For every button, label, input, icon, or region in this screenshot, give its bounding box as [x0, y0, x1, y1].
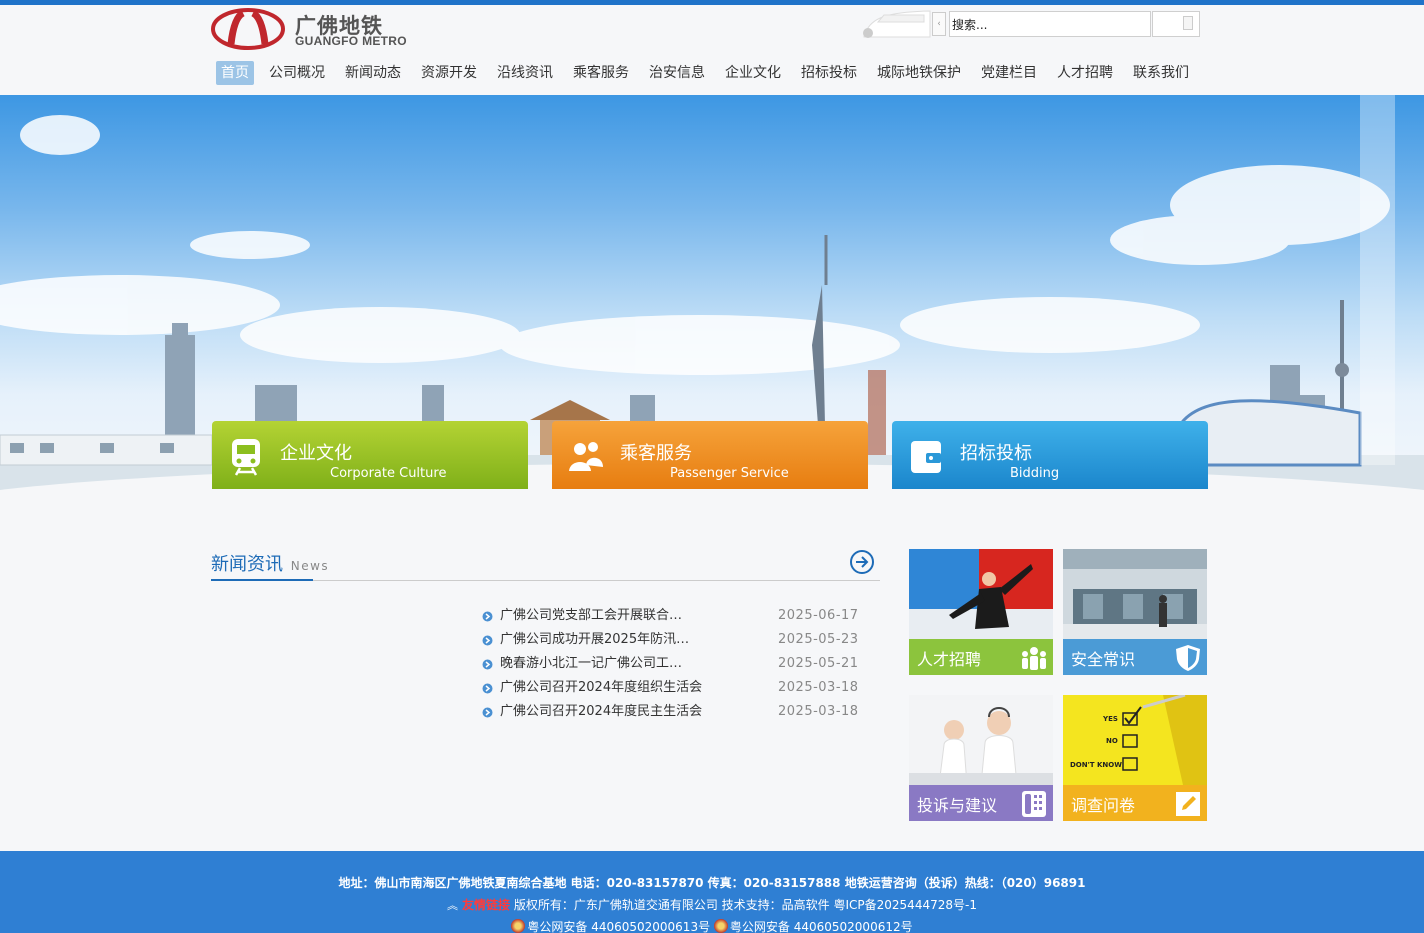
- tile-recruitment[interactable]: 人才招聘: [909, 549, 1053, 675]
- arrow-right-circle-icon[interactable]: [849, 549, 875, 575]
- news-item[interactable]: 广佛公司召开2024年度民主生活会 2025-03-18: [482, 700, 882, 724]
- call-center-photo: [909, 695, 1053, 785]
- tile-label: 调查问卷: [1071, 796, 1136, 815]
- news-section: 新闻资讯 News 广佛公司党支部工会开展联合… 2025-06-17 广佛公司…: [211, 547, 880, 727]
- train-icon: [232, 439, 260, 476]
- team-icon: [1022, 647, 1046, 670]
- card-passenger-service[interactable]: 乘客服务 Passenger Service: [552, 421, 868, 489]
- logo-name-en: GUANGFO METRO: [295, 34, 407, 48]
- tile-label: 人才招聘: [917, 650, 982, 669]
- tile-safety[interactable]: 安全常识: [1063, 549, 1207, 675]
- site-footer: 地址：佛山市南海区广佛地铁夏南综合基地 电话：020-83157870 传真：0…: [0, 851, 1424, 933]
- phone-icon: [1022, 791, 1046, 817]
- nav-item-security[interactable]: 治安信息: [644, 61, 710, 85]
- survey-no-label: NO: [1106, 737, 1118, 745]
- news-item[interactable]: 广佛公司召开2024年度组织生活会 2025-03-18: [482, 676, 882, 700]
- search-box: ‹: [860, 10, 1200, 38]
- police-badge-icon: [713, 919, 728, 933]
- tile-complaints[interactable]: 投诉与建议: [909, 695, 1053, 821]
- news-item-title[interactable]: 广佛公司党支部工会开展联合…: [500, 604, 682, 628]
- search-icon: [1183, 16, 1193, 30]
- survey-checkbox-photo: [1063, 695, 1207, 785]
- news-item-title[interactable]: 广佛公司召开2024年度民主生活会: [500, 700, 702, 724]
- tile-label: 投诉与建议: [917, 796, 998, 815]
- nav-item-home[interactable]: 首页: [216, 61, 254, 85]
- news-item-title[interactable]: 广佛公司召开2024年度组织生活会: [500, 676, 702, 700]
- pencil-icon: [1176, 792, 1200, 816]
- news-item[interactable]: 晚春游小北江一记广佛公司工… 2025-05-21: [482, 652, 882, 676]
- footer-police-line: 粤公网安备 44060502000613号 粤公网安备 440605020006…: [0, 918, 1424, 933]
- news-item-date: 2025-05-23: [778, 632, 859, 647]
- footer-copyright: 版权所有：广东广佛轨道交通有限公司 技术支持：品高软件 粤ICP备2025444…: [513, 898, 977, 912]
- bullet-icon: [482, 707, 493, 718]
- nav-item-contact[interactable]: 联系我们: [1128, 61, 1194, 85]
- card-title: 招标投标: [960, 443, 1032, 464]
- nav-item-news[interactable]: 新闻动态: [340, 61, 406, 85]
- news-item-title[interactable]: 晚春游小北江一记广佛公司工…: [500, 652, 682, 676]
- search-decoration: [863, 10, 931, 38]
- news-item[interactable]: 广佛公司成功开展2025年防汛… 2025-05-23: [482, 628, 882, 652]
- nav-item-company[interactable]: 公司概况: [264, 61, 330, 85]
- businessman-photo: [909, 549, 1053, 639]
- survey-dont-know-label: DON'T KNOW: [1070, 761, 1122, 769]
- news-item[interactable]: 广佛公司党支部工会开展联合… 2025-06-17: [482, 604, 882, 628]
- news-title-en: News: [290, 559, 330, 573]
- card-bidding[interactable]: 招标投标 Bidding: [892, 421, 1208, 489]
- card-subtitle: Passenger Service: [670, 466, 789, 481]
- nav-item-passenger[interactable]: 乘客服务: [568, 61, 634, 85]
- nav-item-bidding[interactable]: 招标投标: [796, 61, 862, 85]
- police-badge-icon: [511, 919, 526, 933]
- news-item-title[interactable]: 广佛公司成功开展2025年防汛…: [500, 628, 689, 652]
- search-input[interactable]: [949, 11, 1151, 37]
- tile-label: 安全常识: [1071, 650, 1136, 669]
- search-scope-arrow-icon[interactable]: ‹: [932, 12, 946, 36]
- news-item-date: 2025-06-17: [778, 608, 859, 623]
- news-title-cn: 新闻资讯: [211, 554, 283, 575]
- news-item-date: 2025-05-21: [778, 656, 859, 671]
- footer-copyright-line: ︽ 友情链接 版权所有：广东广佛轨道交通有限公司 技术支持：品高软件 粤ICP备2…: [0, 896, 1424, 913]
- survey-yes-label: YES: [1103, 715, 1118, 723]
- card-subtitle: Corporate Culture: [330, 466, 447, 481]
- bullet-icon: [482, 611, 493, 622]
- site-logo[interactable]: 广佛地铁 GUANGFO METRO: [211, 8, 411, 50]
- people-icon: [569, 442, 603, 471]
- search-button[interactable]: [1152, 11, 1200, 37]
- bullet-icon: [482, 659, 493, 670]
- news-list: 广佛公司党支部工会开展联合… 2025-06-17 广佛公司成功开展2025年防…: [482, 604, 882, 724]
- feature-cards: 企业文化 Corporate Culture 乘客服务 Passenger Se…: [212, 421, 1212, 491]
- card-corporate-culture[interactable]: 企业文化 Corporate Culture: [212, 421, 528, 489]
- metro-logo-icon: [211, 8, 285, 50]
- card-title: 企业文化: [280, 443, 352, 464]
- card-title: 乘客服务: [620, 443, 692, 464]
- nav-item-party[interactable]: 党建栏目: [976, 61, 1042, 85]
- chevron-up-icon[interactable]: ︽: [447, 897, 458, 913]
- nav-item-recruit[interactable]: 人才招聘: [1052, 61, 1118, 85]
- police-record-1[interactable]: 粤公网安备 44060502000613号: [527, 920, 710, 933]
- friend-links-toggle[interactable]: 友情链接: [462, 898, 510, 912]
- news-section-title: 新闻资讯 News: [211, 550, 329, 576]
- bullet-icon: [482, 635, 493, 646]
- nav-item-resources[interactable]: 资源开发: [416, 61, 482, 85]
- police-record-2[interactable]: 粤公网安备 44060502000612号: [730, 920, 913, 933]
- wallet-icon: [911, 441, 941, 473]
- metro-station-photo: [1063, 549, 1207, 639]
- nav-item-protection[interactable]: 城际地铁保护: [872, 61, 966, 85]
- news-title-underline: [211, 579, 313, 581]
- main-nav: 首页 公司概况 新闻动态 资源开发 沿线资讯 乘客服务 治安信息 企业文化 招标…: [216, 61, 1204, 85]
- news-item-date: 2025-03-18: [778, 680, 859, 695]
- news-item-date: 2025-03-18: [778, 704, 859, 719]
- card-subtitle: Bidding: [1010, 466, 1060, 481]
- tile-survey[interactable]: YES NO DON'T KNOW 调查问卷: [1063, 695, 1207, 821]
- nav-item-culture[interactable]: 企业文化: [720, 61, 786, 85]
- bullet-icon: [482, 683, 493, 694]
- top-accent-bar: [0, 0, 1424, 5]
- nav-item-line-info[interactable]: 沿线资讯: [492, 61, 558, 85]
- footer-contact: 地址：佛山市南海区广佛地铁夏南综合基地 电话：020-83157870 传真：0…: [338, 876, 1086, 890]
- shield-icon: [1176, 645, 1200, 671]
